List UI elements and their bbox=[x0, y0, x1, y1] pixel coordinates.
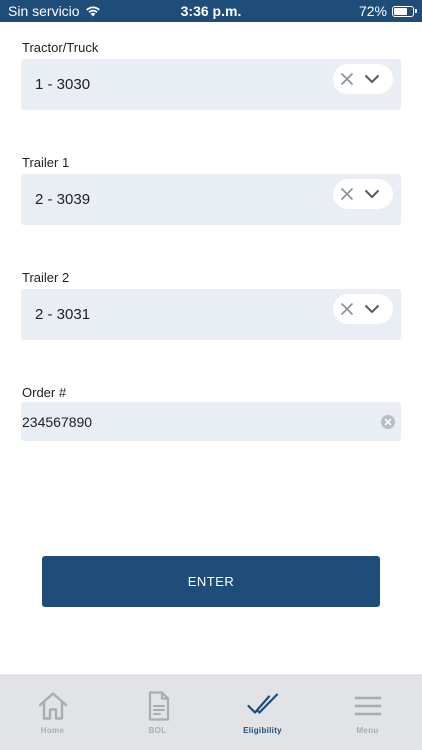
battery-icon bbox=[392, 5, 417, 17]
order-label: Order # bbox=[22, 385, 67, 400]
trailer2-select[interactable]: 2 - 3031 bbox=[21, 289, 401, 340]
tab-menu[interactable]: Menu bbox=[315, 674, 420, 750]
trailer1-label: Trailer 1 bbox=[22, 155, 70, 170]
trailer1-value: 2 - 3039 bbox=[35, 191, 91, 208]
document-icon bbox=[148, 691, 170, 721]
clear-icon[interactable] bbox=[339, 301, 355, 317]
tab-bol-label: BOL bbox=[148, 726, 167, 735]
tab-bar: Home BOL Eligibility Menu bbox=[0, 674, 422, 750]
status-bar: Sin servicio 3:36 p.m. 72% bbox=[0, 0, 422, 22]
tab-home[interactable]: Home bbox=[0, 674, 105, 750]
clear-text-icon[interactable] bbox=[381, 415, 395, 429]
battery-percent: 72% bbox=[358, 3, 387, 19]
tractor-label: Tractor/Truck bbox=[22, 40, 99, 55]
tab-home-label: Home bbox=[40, 726, 65, 735]
clear-icon[interactable] bbox=[339, 186, 355, 202]
order-field bbox=[21, 402, 401, 441]
tab-bol[interactable]: BOL bbox=[105, 674, 210, 750]
double-check-icon bbox=[247, 693, 279, 714]
order-input[interactable] bbox=[21, 402, 371, 441]
carrier-label: Sin servicio bbox=[8, 3, 80, 19]
tractor-value: 1 - 3030 bbox=[35, 76, 91, 93]
battery-status: 72% bbox=[358, 3, 417, 19]
trailer2-label: Trailer 2 bbox=[22, 270, 70, 285]
tab-eligibility-label: Eligibility bbox=[243, 726, 282, 735]
chevron-down-icon[interactable] bbox=[364, 72, 380, 86]
tractor-select[interactable]: 1 - 3030 bbox=[21, 59, 401, 110]
close-icon bbox=[384, 418, 392, 426]
trailer2-select-controls bbox=[333, 294, 393, 324]
clear-icon[interactable] bbox=[339, 71, 355, 87]
trailer2-value: 2 - 3031 bbox=[35, 306, 91, 323]
enter-button[interactable]: ENTER bbox=[42, 556, 380, 607]
carrier-info: Sin servicio bbox=[8, 3, 101, 19]
home-icon bbox=[38, 692, 68, 720]
trailer1-select[interactable]: 2 - 3039 bbox=[21, 174, 401, 225]
hamburger-menu-icon bbox=[354, 696, 382, 716]
chevron-down-icon[interactable] bbox=[364, 302, 380, 316]
tab-menu-label: Menu bbox=[356, 726, 379, 735]
battery-fill bbox=[394, 7, 407, 15]
chevron-down-icon[interactable] bbox=[364, 187, 380, 201]
tractor-select-controls bbox=[333, 64, 393, 94]
wifi-icon bbox=[85, 6, 100, 17]
trailer1-select-controls bbox=[333, 179, 393, 209]
tab-eligibility[interactable]: Eligibility bbox=[210, 674, 315, 750]
